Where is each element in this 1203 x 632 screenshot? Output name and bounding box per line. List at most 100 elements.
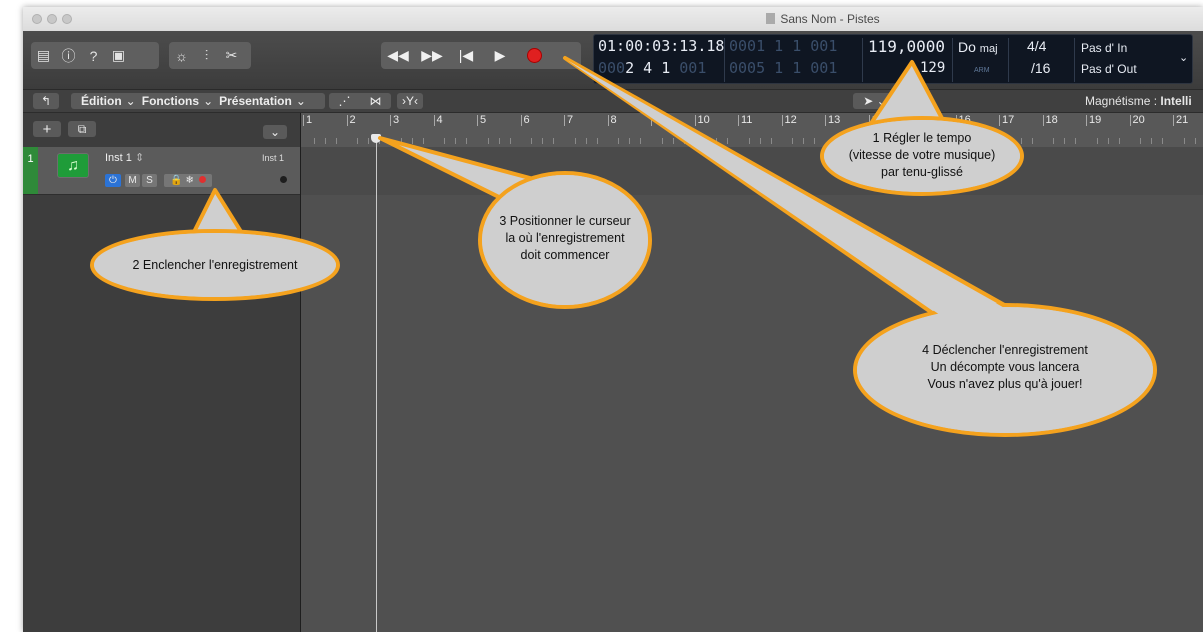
quick-help-button[interactable]: ? (81, 44, 106, 67)
edit-buttons-group: ☼ ⫶ ✂ (169, 42, 251, 69)
ruler-bar-line (912, 115, 913, 126)
mute-button[interactable]: M (125, 174, 140, 187)
ruler-beat-tick (596, 138, 598, 144)
tempo-sub: 129 (920, 60, 946, 76)
tool-selector[interactable]: ➤ ⌄ (853, 93, 897, 109)
track-buttons-group: 🔒 ❄ (164, 174, 212, 187)
playhead-line[interactable] (376, 135, 377, 632)
time-signature-display[interactable]: 4/4 (1027, 38, 1046, 54)
ruler-bar-line (1042, 115, 1044, 126)
menu-view[interactable]: Présentation (219, 94, 292, 108)
ruler-bar-label: 17 (1002, 114, 1015, 126)
lcd-divider (1008, 38, 1009, 82)
ruler-bar-label: 2 (349, 114, 356, 126)
ruler-bar-label: 19 (1089, 114, 1102, 126)
ruler-beat-tick (1096, 138, 1098, 144)
library-icon: ▤ (36, 47, 51, 63)
ruler-beat-tick (759, 138, 761, 144)
ruler-beat-tick (574, 138, 576, 144)
collapse-icon: ⌄ (269, 125, 281, 139)
inspector-button[interactable]: ⓘ (56, 44, 81, 67)
lcd-bars-position[interactable]: 0002 4 1 001 (598, 59, 706, 77)
lcd-divider (952, 38, 953, 82)
back-button[interactable]: ↰ (33, 93, 59, 109)
flex-icon[interactable]: ⋈ (370, 94, 382, 108)
ruler-bar-line (390, 115, 391, 126)
catch-button[interactable]: ›Y‹ (397, 93, 423, 109)
key-display[interactable]: Do maj (958, 39, 998, 55)
ruler-bar-label: 11 (741, 114, 753, 126)
record-enable-icon[interactable] (198, 176, 206, 183)
play-button[interactable]: ▶ (483, 44, 517, 67)
ruler-bar-line (477, 115, 478, 126)
ruler-bar-label: 16 (958, 114, 971, 126)
ruler-bar-label: 5 (480, 114, 487, 126)
solo-button[interactable]: S (142, 174, 157, 187)
midi-out-display[interactable]: Pas d' Out (1081, 62, 1137, 76)
chevron-down-icon: ⌄ (203, 94, 214, 108)
scissors-icon: ✂ (225, 47, 238, 63)
smart-controls-icon: ☼ (175, 47, 188, 64)
snap-control[interactable]: Magnétisme : Intelli (1085, 94, 1192, 108)
lcd-display[interactable]: 01:00:03:13.18 0002 4 1 001 0001 1 1 001… (593, 34, 1193, 84)
lcd-locator-right[interactable]: 0005 1 1 001 (729, 59, 837, 77)
ruler-bar-line (564, 115, 565, 126)
rewind-button[interactable]: ◀◀ (381, 44, 415, 67)
ruler-beat-tick (411, 138, 413, 144)
lcd-divider (1074, 38, 1075, 82)
ruler-bar-line (346, 115, 348, 126)
ruler-bar-line (520, 115, 522, 126)
menu-edit[interactable]: Édition (81, 94, 122, 108)
input-monitor-dot[interactable] (280, 176, 287, 183)
menu-functions[interactable]: Fonctions (142, 94, 199, 108)
global-tracks-button[interactable]: ⌄ (263, 125, 287, 139)
track-lane[interactable] (301, 147, 1203, 195)
record-button[interactable] (517, 44, 551, 67)
title-bar: Sans Nom - Pistes (23, 7, 1203, 31)
smart-controls-button[interactable]: ☼ (169, 44, 194, 67)
freeze-icon[interactable]: ❄ (186, 175, 194, 186)
track-on-button[interactable]: ⏻ (105, 174, 121, 187)
library-button[interactable]: ▤ (31, 44, 56, 67)
callout-4-text: 4 Déclencher l'enregistrement Un décompt… (922, 343, 1088, 391)
ruler-beat-tick (618, 138, 620, 144)
bar-ruler[interactable]: 1 2 3 4 5 6 7 8 9 10 11 12 13 14 15 16 17 18 19 20 21 (301, 113, 1203, 148)
ruler-beat-tick (1194, 138, 1196, 144)
track-row[interactable]: 1 ♫ Inst 1 ⇕ Inst 1 ⏻ M S 🔒 ❄ (23, 147, 300, 195)
tempo-display[interactable]: 119,0000 (868, 37, 945, 56)
ruler-bar-line (651, 115, 652, 126)
midi-in-display[interactable]: Pas d' In (1081, 41, 1127, 55)
ruler-bar-label: 4 (436, 114, 443, 126)
fast-forward-icon: ▶▶ (421, 47, 443, 63)
lcd-time-position[interactable]: 01:00:03:13.18 (598, 37, 724, 55)
mixer-button[interactable]: ⫶ (194, 44, 219, 67)
lcd-chevron-down-icon[interactable]: ⌄ (1179, 51, 1188, 64)
ruler-bar-line (781, 115, 783, 126)
editors-button[interactable]: ✂ (219, 44, 244, 67)
go-to-start-button[interactable]: |◀ (449, 44, 483, 67)
ruler-bar-label: 8 (610, 114, 617, 126)
ruler-bar-line (1086, 115, 1087, 126)
ruler-beat-tick (1053, 138, 1055, 144)
track-name[interactable]: Inst 1 ⇕ (105, 151, 144, 164)
lcd-locator-left[interactable]: 0001 1 1 001 (729, 37, 837, 55)
ruler-beat-tick (1064, 138, 1066, 144)
ruler-beat-tick (400, 138, 402, 144)
lock-icon[interactable]: 🔒 (170, 175, 182, 186)
duplicate-track-button[interactable]: ⧉ (68, 121, 96, 137)
document-icon (766, 13, 776, 24)
toolbar-toggle-button[interactable]: ▣ (106, 44, 131, 67)
fast-forward-button[interactable]: ▶▶ (415, 44, 449, 67)
automation-icon[interactable]: ⋰ (339, 94, 351, 108)
ruler-beat-tick (455, 138, 457, 144)
ruler-bar-line (303, 115, 304, 126)
record-icon (526, 48, 542, 63)
ruler-beat-tick (1162, 138, 1164, 144)
ruler-bar-label: 14 (871, 114, 884, 126)
track-headers-pane: + ⧉ ⌄ 1 ♫ Inst 1 ⇕ Inst 1 ⏻ M S 🔒 ❄ (23, 113, 301, 632)
ruler-beat-tick (1151, 138, 1153, 144)
add-track-button[interactable]: + (33, 120, 61, 138)
lcd-divider (862, 38, 863, 82)
division-display[interactable]: /16 (1031, 60, 1050, 76)
plus-icon: + (42, 120, 52, 138)
